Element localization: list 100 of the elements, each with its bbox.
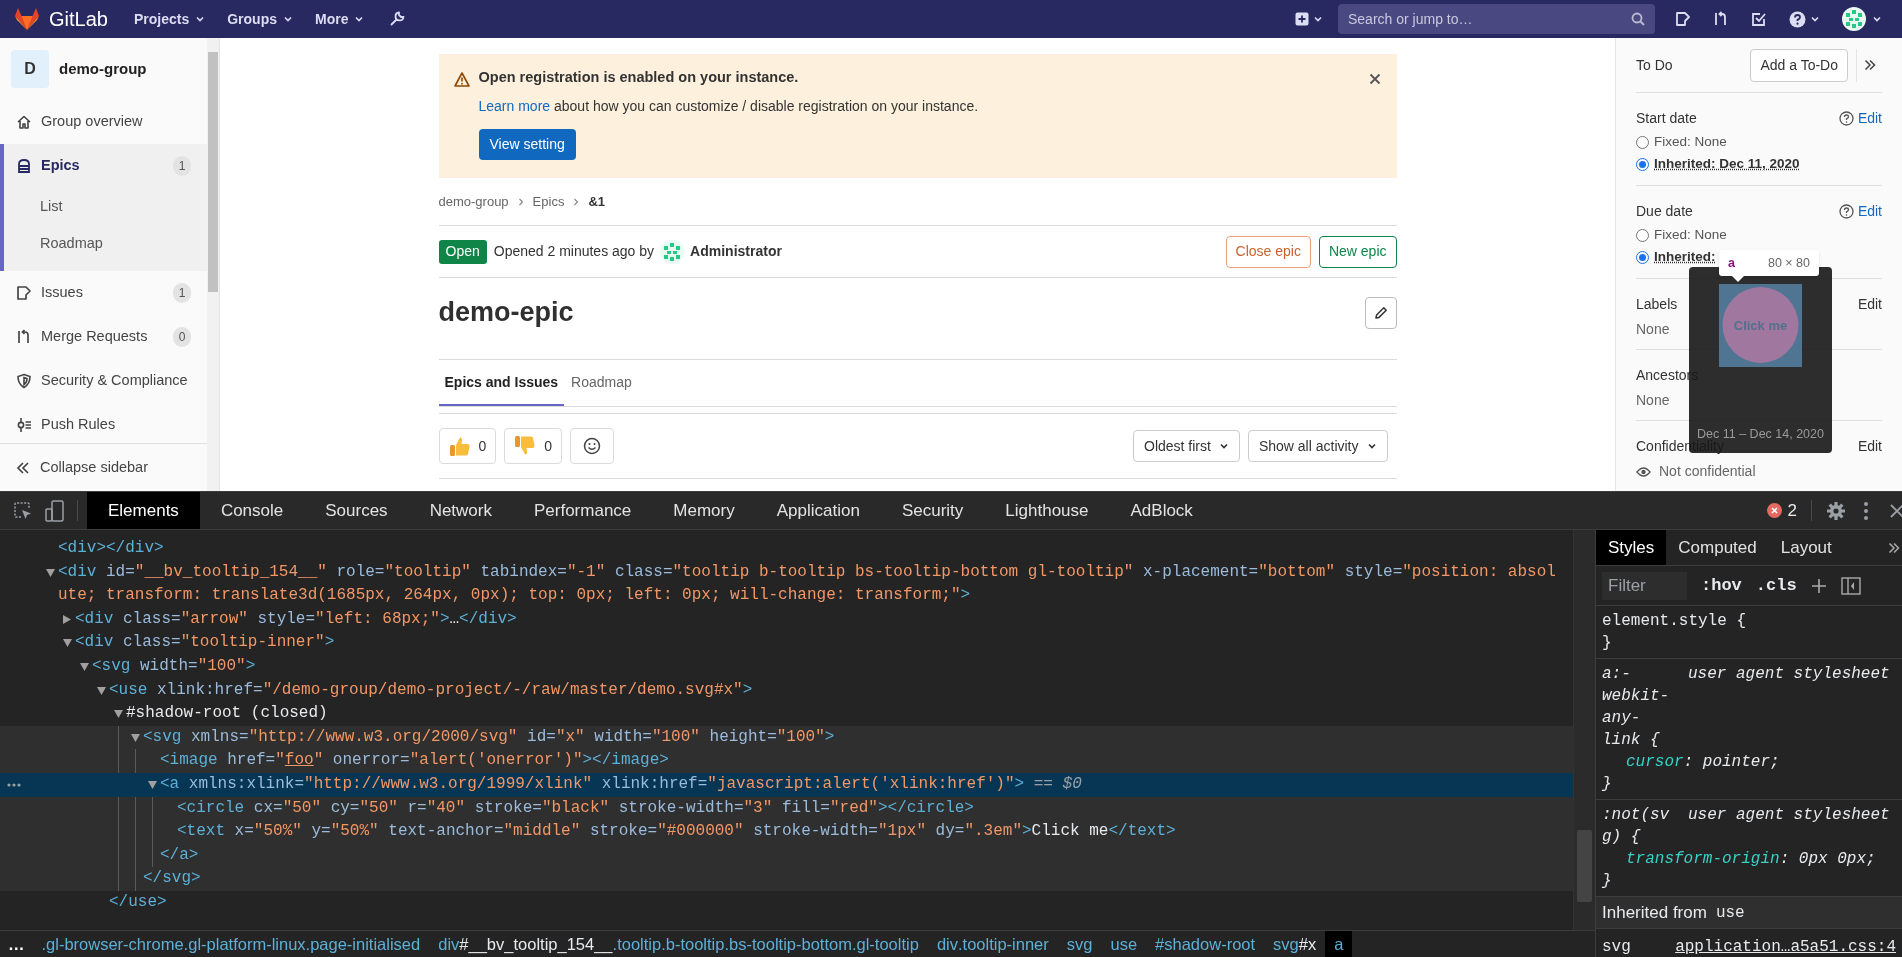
expanded-triangle-icon[interactable] [114,710,123,719]
devtools-tab[interactable]: Performance [513,492,653,529]
sidebar-item[interactable]: Security & Compliance [0,359,207,403]
sort-dropdown[interactable]: Show all activity [1247,430,1388,462]
view-setting-button[interactable]: View setting [478,128,576,160]
close-icon[interactable] [1890,503,1902,518]
nav-menu[interactable]: Groups [227,8,293,30]
dom-node[interactable]: <image href="foo" onerror="alert('onerror')"></image> [0,749,1573,773]
new-item-button[interactable] [1295,12,1323,26]
device-toolbar-icon[interactable] [45,499,65,522]
merge-request-icon[interactable] [1713,11,1729,27]
double-chevron-right-icon[interactable] [1888,541,1900,554]
dom-node[interactable]: <div class="arrow" style="left: 68px;">…</div> [0,607,1573,632]
breadcrumb-link[interactable]: &1 [588,191,606,212]
dom-breadcrumb[interactable]: a [1325,931,1353,957]
scrollbar-track[interactable] [207,38,219,491]
styles-tab[interactable]: Styles [1596,530,1667,565]
wrench-icon[interactable] [388,10,407,28]
new-epic-button[interactable]: New epic [1318,235,1397,268]
dom-node[interactable]: <a xmlns:xlink="http://www.w3.org/1999/xlink" xlink:href="javascript:alert('xlink:href')"> == $0 [0,772,1573,797]
dom-node[interactable]: <svg width="100"> [0,654,1573,679]
expanded-triangle-icon[interactable] [97,686,106,695]
dom-node[interactable]: <div id="__bv_tooltip_154__" role="tooltip" tabindex="-1" class="tooltip b-tooltip bs-tooltip-bottom gl-tooltip" x-placement="bottom" style="position: absolute; transform: translate3d(1685px, 264px, 0px); top: 0px; left: 0px; will-change: transform;"> [0,560,1573,608]
styles-tab[interactable]: Layout [1768,530,1844,565]
dom-breadcrumb[interactable]: use [1101,931,1147,957]
sidebar-toggle-icon[interactable] [1840,576,1861,595]
award-button[interactable]: 0 [438,428,497,464]
tab[interactable]: Roadmap [565,360,638,406]
add-todo-button[interactable]: Add a To-Do [1750,48,1848,82]
devtools-tab[interactable]: Lighthouse [984,492,1110,529]
add-reaction-button[interactable] [570,428,615,464]
breadcrumb-link[interactable]: Epics [532,191,565,212]
help-icon[interactable] [1838,111,1854,126]
devtools-tab[interactable]: Sources [304,492,409,529]
devtools-tab[interactable]: Console [199,492,305,529]
expanded-triangle-icon[interactable] [131,733,140,742]
radio-button[interactable] [1636,228,1649,242]
dom-breadcrumb[interactable]: .gl-browser-chrome.gl-platform-linux.page-initialised [32,931,430,957]
sidebar-item[interactable]: Group overview [0,100,207,144]
inspect-icon[interactable] [13,500,33,521]
sidebar-subitem[interactable]: Roadmap [0,225,207,271]
dom-breadcrumb[interactable]: div#__bv_tooltip_154__.tooltip.b-tooltip.bs-tooltip-bottom.gl-tooltip [429,931,928,957]
todo-icon[interactable] [1751,11,1767,27]
dom-breadcrumb[interactable]: svg [1057,931,1102,957]
error-count-button[interactable]: 2 [1766,492,1797,529]
radio-button[interactable] [1636,135,1649,149]
sidebar-subitem[interactable]: List [0,188,207,225]
dom-node[interactable]: <svg xmlns="http://www.w3.org/2000/svg" id="x" width="100" height="100"> [0,725,1573,750]
nav-menu[interactable]: More [314,8,365,30]
close-icon[interactable] [1368,73,1381,85]
devtools-tab[interactable]: Network [408,492,513,529]
edit-link[interactable]: Edit [1857,436,1882,457]
expanded-triangle-icon[interactable] [80,662,89,671]
breadcrumb-link[interactable]: demo-group [438,191,509,212]
devtools-tab[interactable]: Memory [652,492,756,529]
scrollbar-thumb[interactable] [1577,830,1592,902]
help-menu[interactable] [1789,10,1820,28]
help-icon[interactable] [1838,204,1854,219]
edit-link[interactable]: Edit [1857,201,1882,222]
more-icon[interactable] [7,782,21,787]
dom-node[interactable]: #shadow-root (closed) [0,702,1573,726]
brand-name[interactable]: GitLab [49,4,108,34]
stylesheet-link[interactable]: application…a5a51.css:4 [1675,935,1896,957]
tab[interactable]: Epics and Issues [438,360,565,406]
search-field[interactable]: Search or jump to… [1338,4,1655,34]
radio-button[interactable] [1636,157,1649,171]
devtools-tab[interactable]: Application [755,492,881,529]
devtools-tab[interactable]: AdBlock [1109,492,1214,529]
expanded-triangle-icon[interactable] [148,780,157,789]
sidebar-item[interactable]: Epics 1 [0,144,207,188]
dom-node[interactable]: <text x="50%" y="50%" text-anchor="middle" stroke="#000000" stroke-width="1px" dy=".3em">Click me</text> [0,820,1573,844]
dom-node[interactable]: <div class="tooltip-inner"> [0,631,1573,655]
sidebar-item[interactable]: Merge Requests 0 [0,315,207,359]
edit-link[interactable]: Edit [1857,294,1882,315]
dom-node[interactable]: </use> [0,890,1573,915]
scrollbar-track[interactable] [1573,530,1595,930]
settings-icon[interactable] [1826,500,1846,521]
user-menu[interactable] [1842,7,1882,31]
toggle-button[interactable]: .cls [1755,572,1797,599]
dom-breadcrumb[interactable]: svg#x [1264,931,1326,957]
award-button[interactable]: 0 [504,428,563,464]
issues-icon[interactable] [1675,11,1691,27]
breadcrumb-overflow-button[interactable]: … [0,931,33,957]
devtools-tab[interactable]: Security [880,492,985,529]
dom-breadcrumb[interactable]: #shadow-root [1146,931,1265,957]
styles-tab[interactable]: Computed [1666,530,1769,565]
dom-node[interactable]: <circle cx="50" cy="50" r="40" stroke="black" stroke-width="3" fill="red"></circle> [0,796,1573,821]
group-avatar[interactable]: D [11,50,49,88]
dom-node[interactable]: <div></div> [0,537,1573,561]
scrollbar-thumb[interactable] [208,52,218,292]
dom-node[interactable]: <use xlink:href="/demo-group/demo-project/-/raw/master/demo.svg#x"> [0,678,1573,703]
dom-node[interactable]: </a> [0,843,1573,868]
learn-more-link[interactable]: Learn more [478,97,551,114]
expanded-triangle-icon[interactable] [46,568,55,577]
sort-dropdown[interactable]: Oldest first [1133,430,1240,462]
edit-link[interactable]: Edit [1857,108,1882,129]
expanded-triangle-icon[interactable] [63,639,72,648]
collapsed-triangle-icon[interactable] [63,614,71,624]
group-name[interactable]: demo-group [59,57,147,81]
toggle-button[interactable]: :hov [1701,572,1742,599]
